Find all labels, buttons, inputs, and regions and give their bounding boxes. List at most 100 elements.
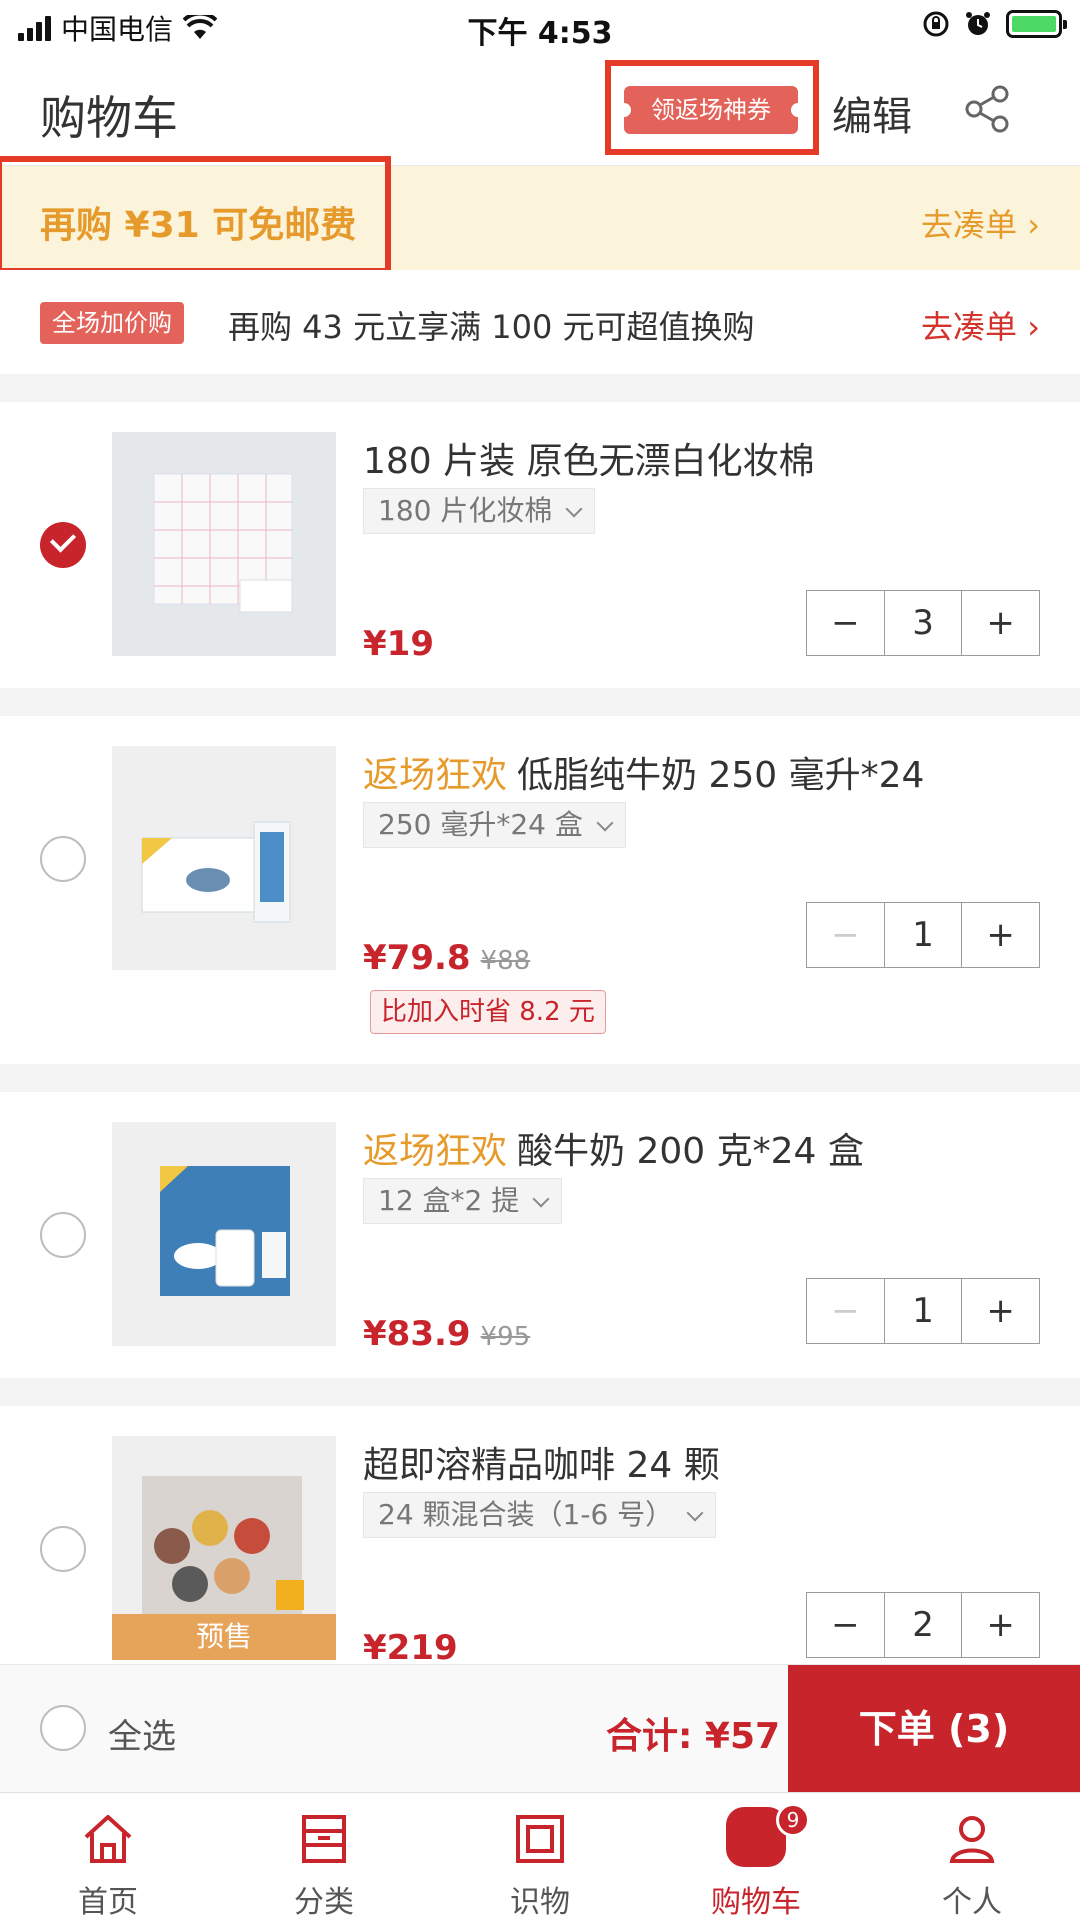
item-tag: 返场狂欢 <box>363 1131 508 1172</box>
cart-item: 返场狂欢 酸牛奶 200 克*24 盒 12 盒*2 提 ¥83.9 ¥95 − 1… <box>0 1092 1080 1378</box>
page-title: 购物车 <box>40 91 178 145</box>
item-title-text: 180 片装 原色无漂白化妆棉 <box>363 441 815 482</box>
item-title[interactable]: 超即溶精品咖啡 24 颗 <box>363 1436 720 1488</box>
item-spec-text: 250 毫升*24 盒 <box>378 808 583 841</box>
quantity-value[interactable]: 1 <box>885 1279 963 1343</box>
product-image-milk[interactable] <box>112 746 336 970</box>
item-title-text: 酸牛奶 200 克*24 盒 <box>517 1131 864 1172</box>
original-price: ¥88 <box>480 946 531 976</box>
product-image-yogurt[interactable] <box>112 1122 336 1346</box>
quantity-value[interactable]: 3 <box>885 591 963 655</box>
promo-row: 全场加价购 再购 43 元立享满 100 元可超值换购 去凑单 › <box>0 270 1080 374</box>
tab-user[interactable]: 个人 <box>864 1793 1080 1920</box>
item-checkbox[interactable] <box>40 1212 86 1258</box>
cart-badge: 9 <box>776 1803 810 1837</box>
decrease-button[interactable]: − <box>807 903 885 967</box>
increase-button[interactable]: + <box>962 591 1039 655</box>
tab-discover[interactable]: 识物 <box>432 1793 648 1920</box>
select-all-label[interactable]: 全选 <box>108 1709 176 1758</box>
coupon-button[interactable]: 领返场神券 <box>617 86 805 134</box>
decrease-button[interactable]: − <box>807 1279 885 1343</box>
item-checkbox[interactable] <box>40 836 86 882</box>
increase-button[interactable]: + <box>962 1593 1039 1657</box>
item-spec-selector[interactable]: 12 盒*2 提 <box>363 1178 563 1224</box>
item-spec-selector[interactable]: 24 颗混合装（1-6 号） <box>363 1492 717 1538</box>
original-price: ¥95 <box>480 1322 531 1352</box>
header: 购物车 领返场神券 编辑 <box>0 54 1080 166</box>
promo-text: 再购 43 元立享满 100 元可超值换购 <box>228 308 755 346</box>
select-all-checkbox[interactable] <box>40 1705 86 1751</box>
promo-badge: 全场加价购 <box>40 302 184 344</box>
chevron-down-icon <box>565 500 583 518</box>
presale-label: 预售 <box>112 1614 336 1660</box>
item-price-value: ¥79.8 <box>363 938 471 978</box>
item-title-text: 超即溶精品咖啡 24 颗 <box>363 1445 720 1486</box>
tab-bar: 首页 分类 识物 9 购物车 个人 <box>0 1792 1080 1920</box>
item-checkbox[interactable] <box>40 1526 86 1572</box>
tab-label: 首页 <box>78 1885 138 1920</box>
chevron-down-icon <box>596 814 614 832</box>
quantity-stepper: − 3 + <box>806 590 1040 656</box>
item-title[interactable]: 180 片装 原色无漂白化妆棉 <box>363 432 815 484</box>
cotton-pads-illustration <box>112 432 336 656</box>
item-price-value: ¥19 <box>363 624 434 664</box>
category-icon <box>302 1815 346 1863</box>
item-title[interactable]: 返场狂欢 酸牛奶 200 克*24 盒 <box>363 1122 864 1174</box>
home-icon <box>84 1815 132 1863</box>
tab-category[interactable]: 分类 <box>216 1793 432 1920</box>
item-tag: 返场狂欢 <box>363 755 508 796</box>
increase-button[interactable]: + <box>962 1279 1039 1343</box>
status-time: 下午 4:53 <box>467 16 613 51</box>
tab-home[interactable]: 首页 <box>0 1793 216 1920</box>
quantity-value[interactable]: 2 <box>885 1593 963 1657</box>
item-spec-text: 180 片化妆棉 <box>378 494 553 527</box>
item-spec-text: 12 盒*2 提 <box>378 1184 520 1217</box>
decrease-button[interactable]: − <box>807 591 885 655</box>
cart-item: 180 片装 原色无漂白化妆棉 180 片化妆棉 ¥19 − 3 + <box>0 402 1080 688</box>
place-order-button[interactable]: 下单 (3) <box>788 1665 1080 1793</box>
checkout-bar: 全选 合计: ¥57 下单 (3) <box>0 1664 1080 1793</box>
promo-add-more-link[interactable]: 去凑单 › <box>921 302 1040 348</box>
quantity-value[interactable]: 1 <box>885 903 963 967</box>
item-spec-selector[interactable]: 250 毫升*24 盒 <box>363 802 626 848</box>
item-checkbox[interactable] <box>40 522 86 568</box>
total-price: 合计: ¥57 <box>606 1716 781 1757</box>
quantity-stepper: − 1 + <box>806 1278 1040 1344</box>
item-price-value: ¥219 <box>363 1628 458 1664</box>
rotation-lock-icon <box>923 11 949 37</box>
discover-icon <box>516 1815 564 1863</box>
item-price: ¥83.9 ¥95 <box>363 1314 530 1354</box>
chevron-down-icon <box>532 1190 550 1208</box>
tab-label: 识物 <box>510 1885 570 1920</box>
item-spec-selector[interactable]: 180 片化妆棉 <box>363 488 596 534</box>
edit-button[interactable]: 编辑 <box>832 84 912 142</box>
cart-item: 预售 超即溶精品咖啡 24 颗 24 颗混合装（1-6 号） ¥219 − 2 … <box>0 1406 1080 1664</box>
status-bar: 中国电信 下午 4:53 <box>0 0 1080 54</box>
chevron-down-icon <box>686 1504 704 1522</box>
item-price-value: ¥83.9 <box>363 1314 471 1354</box>
quantity-stepper: − 2 + <box>806 1592 1040 1658</box>
item-title-text: 低脂纯牛奶 250 毫升*24 <box>517 755 925 796</box>
user-icon <box>949 1816 995 1863</box>
item-price: ¥79.8 ¥88 <box>363 938 530 978</box>
milk-box-illustration <box>112 746 336 970</box>
tab-label: 购物车 <box>711 1885 801 1920</box>
price-drop-tag: 比加入时省 8.2 元 <box>370 990 606 1034</box>
product-image-cotton-pads[interactable] <box>112 432 336 656</box>
battery-icon <box>1006 10 1067 38</box>
tab-label: 分类 <box>294 1885 354 1920</box>
item-spec-text: 24 颗混合装（1-6 号） <box>378 1498 674 1531</box>
quantity-stepper: − 1 + <box>806 902 1040 968</box>
increase-button[interactable]: + <box>962 903 1039 967</box>
cart-item: 返场狂欢 低脂纯牛奶 250 毫升*24 250 毫升*24 盒 ¥79.8 ¥88… <box>0 716 1080 1064</box>
tab-label: 个人 <box>942 1885 1002 1920</box>
item-price: ¥219 <box>363 1628 458 1664</box>
item-title[interactable]: 返场狂欢 低脂纯牛奶 250 毫升*24 <box>363 746 924 798</box>
product-image-coffee[interactable]: 预售 <box>112 1436 336 1660</box>
status-right <box>922 10 1067 38</box>
shipping-add-more-link[interactable]: 去凑单 › <box>921 200 1040 246</box>
tab-cart[interactable]: 9 购物车 <box>648 1793 864 1920</box>
share-icon[interactable] <box>962 84 1012 134</box>
yogurt-box-illustration <box>112 1122 336 1346</box>
decrease-button[interactable]: − <box>807 1593 885 1657</box>
